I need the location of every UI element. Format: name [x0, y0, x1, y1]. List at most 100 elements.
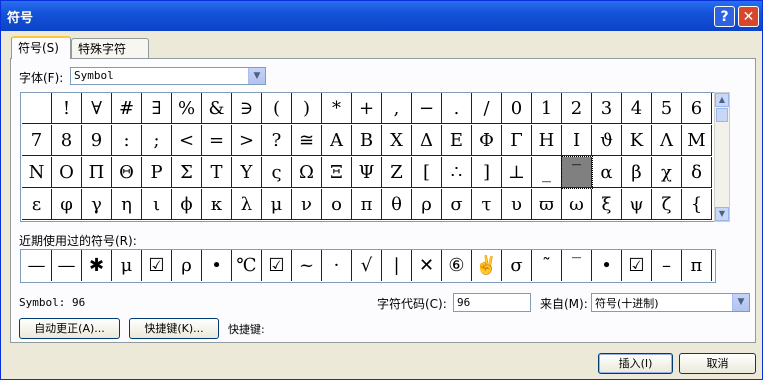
symbol-cell[interactable]: ∃	[142, 93, 172, 124]
symbol-cell[interactable]: (	[262, 93, 292, 124]
symbol-cell[interactable]: ∋	[232, 93, 262, 124]
symbol-cell[interactable]: Ρ	[142, 157, 172, 188]
symbol-cell[interactable]: Γ	[502, 125, 532, 156]
symbol-cell[interactable]: Π	[82, 157, 112, 188]
symbol-cell[interactable]: ,	[382, 93, 412, 124]
symbol-cell[interactable]: Θ	[112, 157, 142, 188]
shortcut-key-button[interactable]: 快捷键(K)...	[129, 318, 219, 339]
symbol-cell[interactable]: ]	[472, 157, 502, 188]
recent-symbol-cell[interactable]: μ	[112, 250, 142, 281]
symbol-cell[interactable]: Δ	[412, 125, 442, 156]
recent-symbol-cell[interactable]: —	[52, 250, 82, 281]
symbol-cell[interactable]: μ	[262, 189, 292, 220]
recent-symbol-cell[interactable]: ✕	[412, 250, 442, 281]
symbol-cell[interactable]: Φ	[472, 125, 502, 156]
symbol-cell[interactable]: β	[622, 157, 652, 188]
symbol-cell[interactable]: ‾	[561, 156, 593, 189]
symbol-cell[interactable]: ϑ	[592, 125, 622, 156]
symbol-cell[interactable]: Ι	[562, 125, 592, 156]
symbol-cell[interactable]: /	[472, 93, 502, 124]
recent-symbol-cell[interactable]: ‾	[562, 250, 592, 281]
symbol-cell[interactable]: σ	[442, 189, 472, 220]
symbol-cell[interactable]: τ	[472, 189, 502, 220]
recent-symbol-cell[interactable]: •	[202, 250, 232, 281]
symbol-cell[interactable]: !	[52, 93, 82, 124]
symbol-cell[interactable]: υ	[502, 189, 532, 220]
symbol-cell[interactable]: Χ	[382, 125, 412, 156]
autocorrect-button[interactable]: 自动更正(A)...	[19, 318, 120, 339]
symbol-cell[interactable]: ∀	[82, 93, 112, 124]
recent-symbol-cell[interactable]: |	[382, 250, 412, 281]
scroll-up-icon[interactable]: ▲	[715, 93, 729, 107]
symbol-cell[interactable]: δ	[682, 157, 712, 188]
recent-symbol-cell[interactable]: ☑	[262, 250, 292, 281]
recent-symbol-cell[interactable]: ⑥	[442, 250, 472, 281]
recent-symbol-cell[interactable]: ˜	[532, 250, 562, 281]
symbol-cell[interactable]: ξ	[592, 189, 622, 220]
symbol-cell[interactable]: :	[112, 125, 142, 156]
symbol-cell[interactable]: ϖ	[532, 189, 562, 220]
symbol-cell[interactable]: 9	[82, 125, 112, 156]
symbol-cell[interactable]: 1	[532, 93, 562, 124]
symbol-cell[interactable]: ψ	[622, 189, 652, 220]
symbol-cell[interactable]: Ψ	[352, 157, 382, 188]
symbol-cell[interactable]: η	[112, 189, 142, 220]
symbol-cell[interactable]: φ	[52, 189, 82, 220]
symbol-cell[interactable]: 2	[562, 93, 592, 124]
symbol-cell[interactable]: ρ	[412, 189, 442, 220]
symbol-cell[interactable]: 0	[502, 93, 532, 124]
symbol-cell[interactable]: Σ	[172, 157, 202, 188]
symbol-cell[interactable]: ?	[262, 125, 292, 156]
scroll-thumb[interactable]	[716, 108, 728, 122]
symbol-cell[interactable]: ;	[142, 125, 172, 156]
recent-symbol-cell[interactable]: ~	[292, 250, 322, 281]
symbol-cell[interactable]: ι	[142, 189, 172, 220]
symbol-grid-scrollbar[interactable]: ▲ ▼	[714, 92, 730, 222]
recent-symbol-cell[interactable]: ☑	[142, 250, 172, 281]
symbol-cell[interactable]: 5	[652, 93, 682, 124]
title-bar[interactable]: 符号 ? ✕	[1, 1, 762, 31]
symbol-cell[interactable]: ω	[562, 189, 592, 220]
symbol-cell[interactable]: ζ	[652, 189, 682, 220]
symbol-cell[interactable]: Υ	[232, 157, 262, 188]
symbol-cell[interactable]: θ	[382, 189, 412, 220]
recent-symbol-cell[interactable]: ρ	[172, 250, 202, 281]
symbol-cell[interactable]: <	[172, 125, 202, 156]
symbol-cell[interactable]: χ	[652, 157, 682, 188]
symbol-cell[interactable]: =	[202, 125, 232, 156]
symbol-cell[interactable]: Ω	[292, 157, 322, 188]
recent-symbol-cell[interactable]: п	[682, 250, 712, 281]
symbol-cell[interactable]: Ν	[22, 157, 52, 188]
char-code-input[interactable]: 96	[453, 293, 531, 312]
symbol-cell[interactable]: Β	[352, 125, 382, 156]
symbol-cell[interactable]: 7	[22, 125, 52, 156]
recent-symbol-cell[interactable]: ✌	[472, 250, 502, 281]
cancel-button[interactable]: 取消	[679, 353, 756, 374]
symbol-cell[interactable]: Ε	[442, 125, 472, 156]
close-button[interactable]: ✕	[738, 6, 759, 27]
symbol-cell[interactable]: #	[112, 93, 142, 124]
symbol-cell[interactable]: λ	[232, 189, 262, 220]
recent-symbol-cell[interactable]: ☑	[622, 250, 652, 281]
symbol-cell[interactable]: 8	[52, 125, 82, 156]
recent-symbol-cell[interactable]: —	[22, 250, 52, 281]
font-select[interactable]: Symbol ▼	[70, 67, 266, 85]
symbol-cell[interactable]: *	[322, 93, 352, 124]
symbol-cell[interactable]: Η	[532, 125, 562, 156]
symbol-cell[interactable]: Ζ	[382, 157, 412, 188]
recent-symbol-cell[interactable]: •	[592, 250, 622, 281]
symbol-cell[interactable]: γ	[82, 189, 112, 220]
symbol-cell[interactable]	[22, 93, 52, 124]
symbol-cell[interactable]: Μ	[682, 125, 712, 156]
from-select[interactable]: 符号(十进制) ▼	[591, 293, 750, 312]
recent-symbol-cell[interactable]: σ	[502, 250, 532, 281]
symbol-cell[interactable]: 6	[682, 93, 712, 124]
recent-symbol-cell[interactable]: ℃	[232, 250, 262, 281]
symbol-cell[interactable]: )	[292, 93, 322, 124]
symbol-cell[interactable]: {	[682, 189, 712, 220]
symbol-cell[interactable]: ≅	[292, 125, 322, 156]
symbol-cell[interactable]: >	[232, 125, 262, 156]
symbol-cell[interactable]: α	[592, 157, 622, 188]
chevron-down-icon[interactable]: ▼	[248, 68, 265, 84]
symbol-cell[interactable]: 4	[622, 93, 652, 124]
